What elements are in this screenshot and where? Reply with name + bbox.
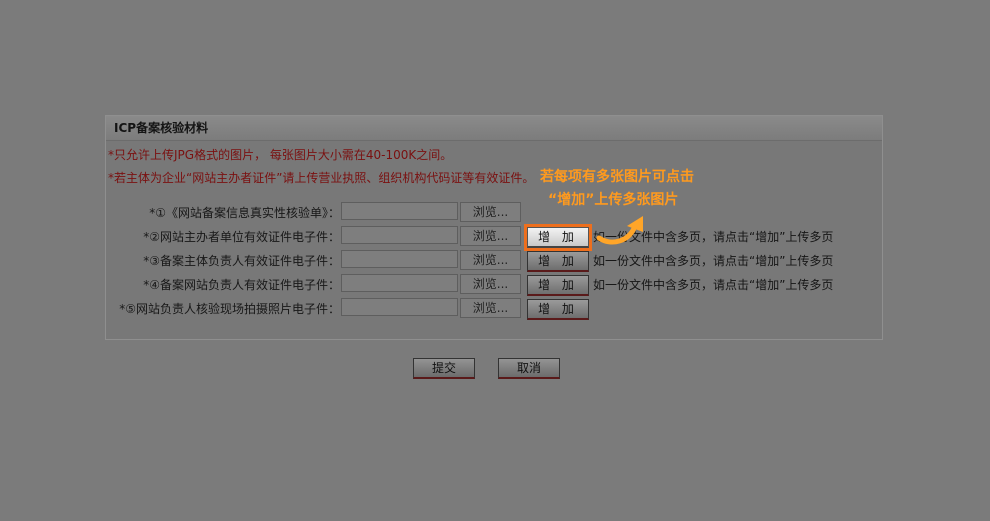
- add-button[interactable]: 增 加: [527, 275, 589, 296]
- file-path-input[interactable]: [341, 226, 458, 244]
- browse-button[interactable]: 浏览...: [460, 274, 521, 294]
- curved-arrow-icon: [596, 216, 643, 245]
- panel-title: ICP备案核验材料: [106, 116, 882, 141]
- add-button[interactable]: 增 加: [527, 299, 589, 320]
- file-path-input[interactable]: [341, 202, 458, 220]
- upload-row-onsite-photo: *⑤网站负责人核验现场拍摄照片电子件： 浏览... 增 加: [106, 298, 884, 320]
- row-label: *④备案网站负责人有效证件电子件：: [143, 278, 340, 292]
- upload-row-verification-form: *①《网站备案信息真实性核验单》： 浏览...: [106, 202, 884, 222]
- upload-row-principal-id: *③备案主体负责人有效证件电子件： 浏览... 增 加 如一份文件中含多页，请点…: [106, 250, 884, 272]
- row-label: *⑤网站负责人核验现场拍摄照片电子件：: [119, 302, 340, 316]
- file-path-input[interactable]: [341, 250, 458, 268]
- browse-button[interactable]: 浏览...: [460, 298, 521, 318]
- row-label: *②网站主办者单位有效证件电子件：: [143, 230, 340, 244]
- tip-callout-line2: “增加”上传多张图片: [548, 192, 679, 208]
- row-hint: 如一份文件中含多页，请点击“增加”上传多页: [593, 254, 834, 268]
- row-label: *①《网站备案信息真实性核验单》：: [149, 206, 340, 220]
- add-button[interactable]: 增 加: [527, 227, 589, 248]
- file-path-input[interactable]: [341, 274, 458, 292]
- upload-row-sponsor-certificate: *②网站主办者单位有效证件电子件： 浏览... 增 加 如一份文件中含多页，请点…: [106, 226, 884, 248]
- tip-callout-line1: 若每项有多张图片可点击: [540, 169, 694, 185]
- browse-button[interactable]: 浏览...: [460, 250, 521, 270]
- row-label: *③备案主体负责人有效证件电子件：: [143, 254, 340, 268]
- submit-button[interactable]: 提交: [413, 358, 475, 379]
- upload-row-site-manager-id: *④备案网站负责人有效证件电子件： 浏览... 增 加 如一份文件中含多页，请点…: [106, 274, 884, 296]
- add-button[interactable]: 增 加: [527, 251, 589, 272]
- enterprise-notice: *若主体为企业“网站主办者证件”请上传营业执照、组织机构代码证等有效证件。: [108, 171, 535, 185]
- browse-button[interactable]: 浏览...: [460, 226, 521, 246]
- browse-button[interactable]: 浏览...: [460, 202, 521, 222]
- cancel-button[interactable]: 取消: [498, 358, 560, 379]
- format-notice: *只允许上传JPG格式的图片， 每张图片大小需在40-100K之间。: [108, 148, 453, 162]
- file-path-input[interactable]: [341, 298, 458, 316]
- tip-callout: 若每项有多张图片可点击 “增加”上传多张图片: [540, 166, 694, 212]
- icp-materials-panel: ICP备案核验材料 *只允许上传JPG格式的图片， 每张图片大小需在40-100…: [105, 115, 883, 340]
- row-hint: 如一份文件中含多页，请点击“增加”上传多页: [593, 278, 834, 292]
